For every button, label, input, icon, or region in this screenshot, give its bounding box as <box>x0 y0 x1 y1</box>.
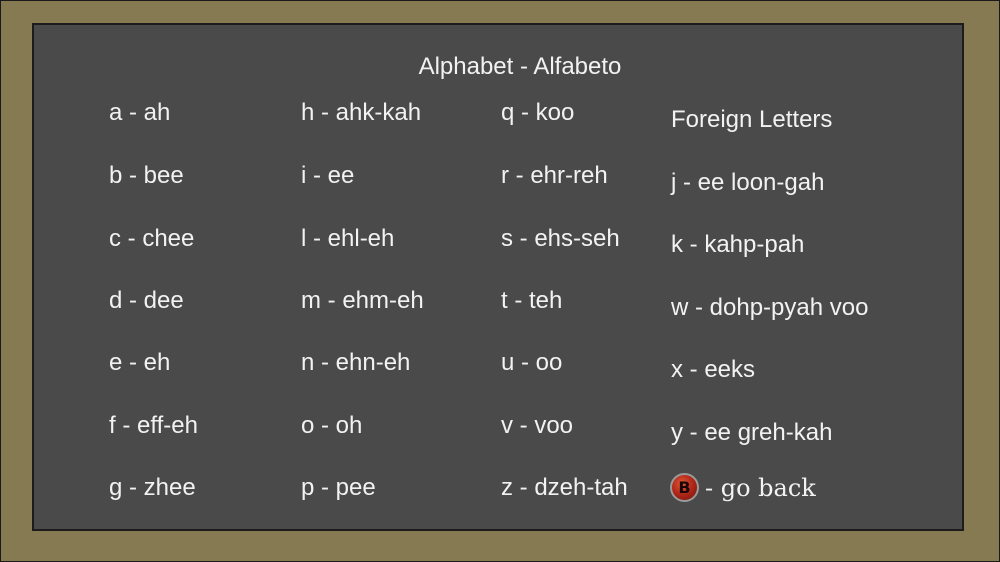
letter-entry: l - ehl-eh <box>301 225 395 252</box>
letter-entry: t - teh <box>501 287 563 314</box>
letter-entry: c - chee <box>109 225 195 252</box>
letter-entry: p - pee <box>301 474 376 501</box>
letter-entry: h - ahk-kah <box>301 99 422 126</box>
letter-entry: w - dohp-pyah voo <box>671 294 869 321</box>
letter-entry: q - koo <box>501 99 575 126</box>
letter-entry: r - ehr-reh <box>501 162 608 189</box>
wooden-frame: Alphabet - Alfabeto a - ah b - bee c - c… <box>0 0 1000 562</box>
letter-entry: b - bee <box>109 162 184 189</box>
page-title: Alphabet - Alfabeto <box>418 53 622 80</box>
letter-entry: y - ee greh-kah <box>671 419 833 446</box>
letter-entry: d - dee <box>109 287 184 314</box>
letter-entry: f - eff-eh <box>109 412 198 439</box>
letter-entry: a - ah <box>109 99 171 126</box>
letter-entry: i - ee <box>301 162 355 189</box>
letter-entry: x - eeks <box>671 356 756 383</box>
b-button-glyph: B <box>678 478 691 497</box>
letter-entry: e - eh <box>109 349 171 376</box>
foreign-letters-heading: Foreign Letters <box>671 106 833 133</box>
chalkboard: Alphabet - Alfabeto a - ah b - bee c - c… <box>32 23 964 531</box>
b-button-icon[interactable]: B <box>670 473 699 502</box>
go-back-hint[interactable]: B - go back <box>670 473 816 502</box>
letter-entry: g - zhee <box>109 474 196 501</box>
letter-entry: s - ehs-seh <box>501 225 620 252</box>
letter-entry: j - ee loon-gah <box>671 169 825 196</box>
letter-entry: u - oo <box>501 349 563 376</box>
go-back-label: - go back <box>705 473 816 502</box>
letter-entry: o - oh <box>301 412 363 439</box>
letter-entry: v - voo <box>501 412 574 439</box>
letter-entry: z - dzeh-tah <box>501 474 628 501</box>
letter-entry: n - ehn-eh <box>301 349 411 376</box>
letter-entry: m - ehm-eh <box>301 287 424 314</box>
letter-entry: k - kahp-pah <box>671 231 805 258</box>
